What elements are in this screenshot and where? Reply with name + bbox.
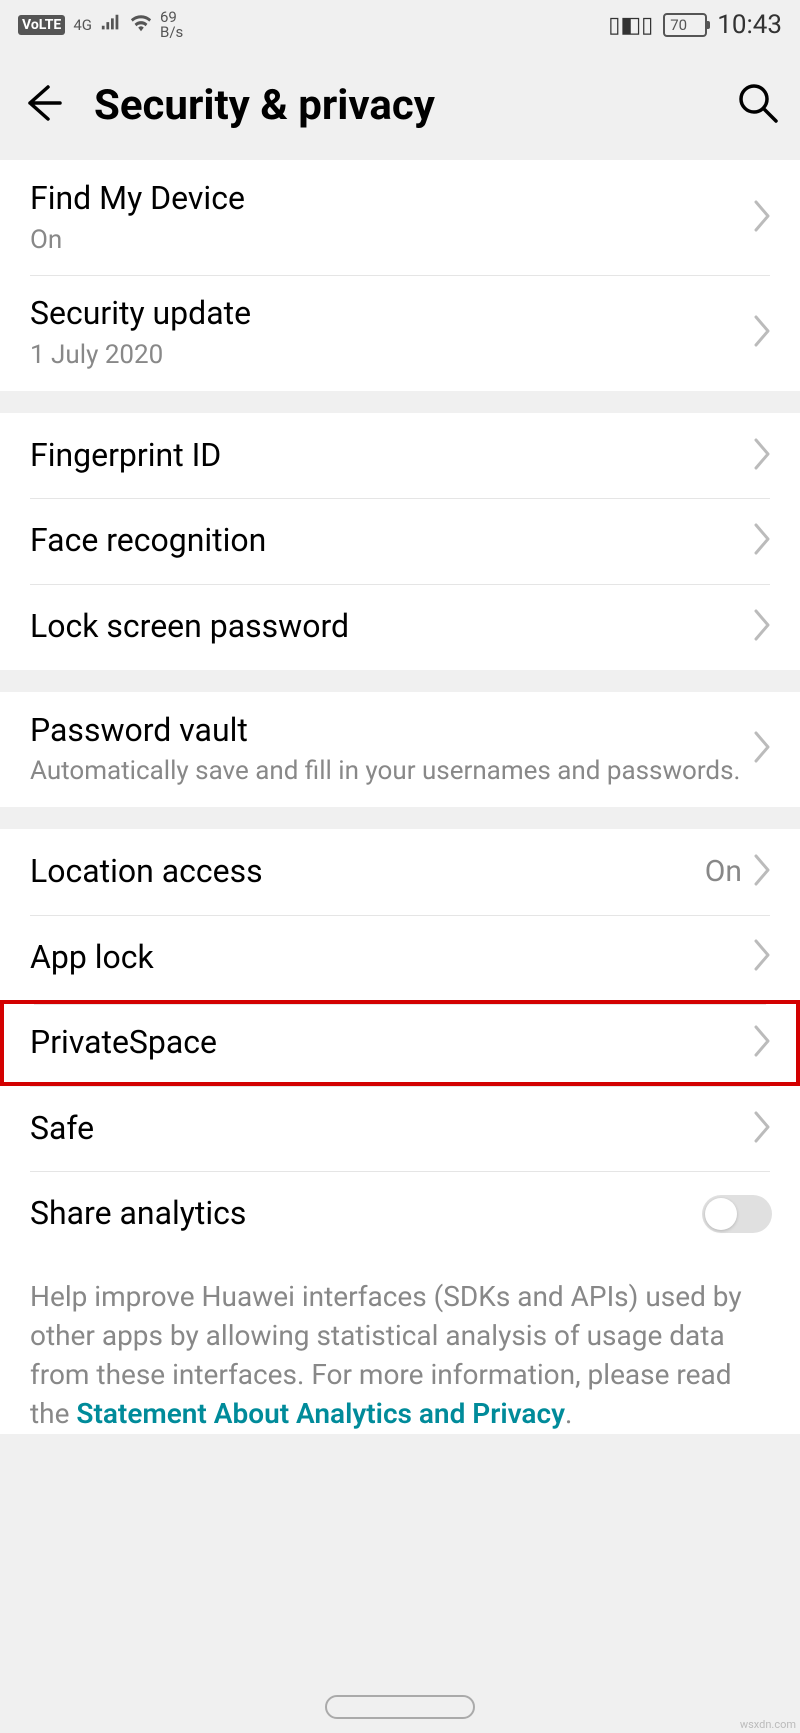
settings-group: Location access On App lock PrivateSpace… (0, 829, 800, 1434)
page-header: Security & privacy (0, 50, 800, 160)
speed-unit: B/s (160, 25, 183, 40)
row-title: App lock (30, 937, 752, 979)
share-analytics-toggle[interactable] (702, 1195, 772, 1233)
settings-group: Password vault Automatically save and fi… (0, 692, 800, 807)
status-left: VoLTE 4G 69 B/s (18, 10, 183, 40)
row-value: On (705, 854, 742, 889)
chevron-right-icon (752, 854, 772, 890)
status-bar: VoLTE 4G 69 B/s ▯◧▯ 70 10:43 (0, 0, 800, 50)
chevron-right-icon (752, 1111, 772, 1147)
clock: 10:43 (717, 10, 782, 40)
chevron-right-icon (752, 523, 772, 559)
row-app-lock[interactable]: App lock (0, 915, 800, 1001)
navigation-bar (0, 1687, 800, 1727)
back-icon[interactable] (20, 81, 64, 129)
row-title: Find My Device (30, 178, 752, 220)
row-subtitle: 1 July 2020 (30, 339, 752, 373)
row-find-my-device[interactable]: Find My Device On (0, 160, 800, 275)
row-safe[interactable]: Safe (0, 1086, 800, 1172)
network-type: 4G (73, 18, 92, 33)
row-location-access[interactable]: Location access On (0, 829, 800, 915)
row-subtitle: On (30, 224, 752, 258)
settings-group: Fingerprint ID Face recognition Lock scr… (0, 413, 800, 670)
row-title: Location access (30, 851, 705, 893)
chevron-right-icon (752, 1025, 772, 1061)
row-title: Face recognition (30, 520, 752, 562)
search-icon[interactable] (736, 81, 780, 129)
chevron-right-icon (752, 609, 772, 645)
volte-badge: VoLTE (18, 15, 65, 35)
footer-link[interactable]: Statement About Analytics and Privacy (76, 1397, 565, 1430)
row-title: Lock screen password (30, 606, 752, 648)
chevron-right-icon (752, 731, 772, 767)
row-title: Password vault (30, 710, 752, 752)
wifi-icon (130, 13, 152, 38)
row-share-analytics[interactable]: Share analytics (0, 1171, 800, 1257)
row-privatespace[interactable]: PrivateSpace (0, 1000, 800, 1086)
row-title: Safe (30, 1108, 752, 1150)
watermark: wsxdn.com (740, 1718, 796, 1731)
chevron-right-icon (752, 200, 772, 236)
chevron-right-icon (752, 939, 772, 975)
footer-description: Help improve Huawei interfaces (SDKs and… (0, 1257, 800, 1434)
chevron-right-icon (752, 438, 772, 474)
row-title: Fingerprint ID (30, 435, 752, 477)
row-title: Share analytics (30, 1193, 702, 1235)
row-face-recognition[interactable]: Face recognition (0, 498, 800, 584)
network-indicator: 4G (73, 18, 92, 33)
home-pill[interactable] (325, 1695, 475, 1719)
battery-level: 70 (666, 16, 687, 34)
row-title: PrivateSpace (30, 1022, 752, 1064)
page-title: Security & privacy (94, 81, 706, 130)
signal-icon (100, 13, 122, 38)
settings-group: Find My Device On Security update 1 July… (0, 160, 800, 391)
status-right: ▯◧▯ 70 10:43 (608, 10, 782, 40)
row-lock-screen-password[interactable]: Lock screen password (0, 584, 800, 670)
row-password-vault[interactable]: Password vault Automatically save and fi… (0, 692, 800, 807)
chevron-right-icon (752, 315, 772, 351)
speed-indicator: 69 B/s (160, 10, 183, 40)
vibrate-icon: ▯◧▯ (608, 13, 653, 38)
row-subtitle: Automatically save and fill in your user… (30, 755, 752, 789)
row-title: Security update (30, 293, 752, 335)
battery-icon: 70 (663, 13, 707, 37)
row-fingerprint-id[interactable]: Fingerprint ID (0, 413, 800, 499)
row-security-update[interactable]: Security update 1 July 2020 (0, 275, 800, 390)
